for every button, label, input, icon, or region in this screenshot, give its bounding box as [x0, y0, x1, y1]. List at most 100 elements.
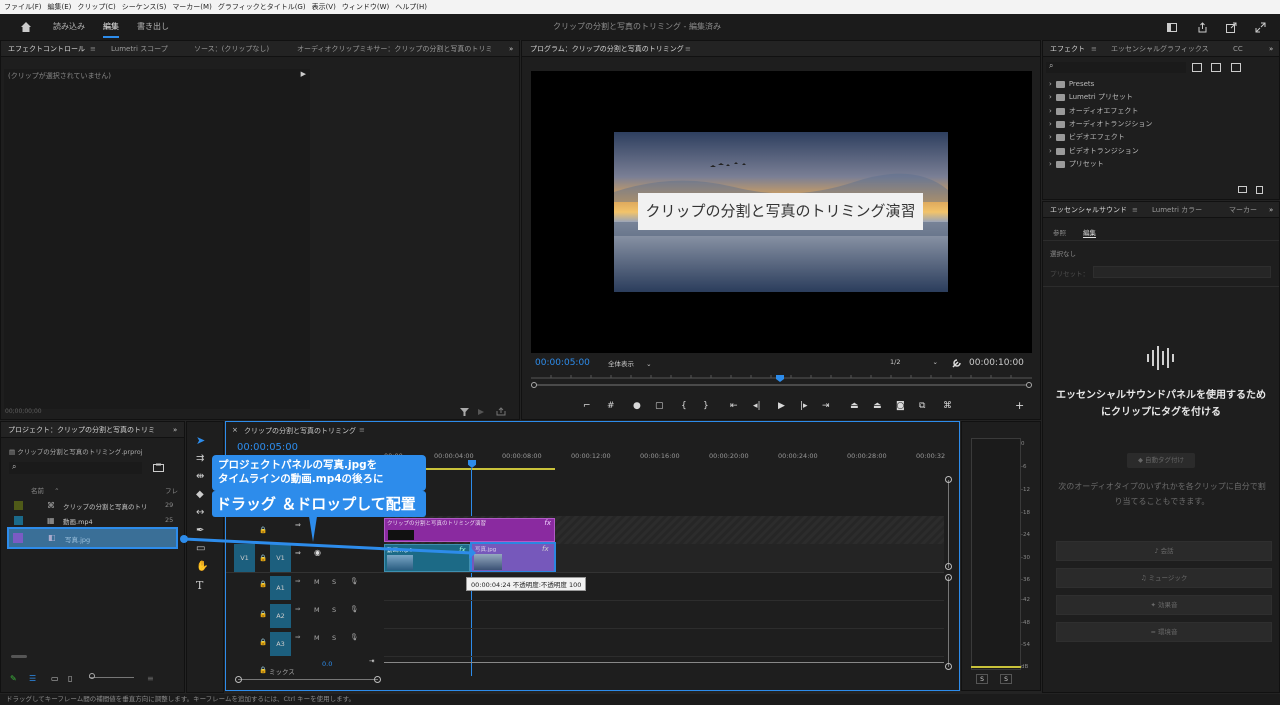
- panel-menu-icon[interactable]: ≡: [90, 41, 96, 56]
- tab-essential-graphics[interactable]: エッセンシャルグラフィックス: [1111, 41, 1209, 56]
- share-icon[interactable]: [1197, 22, 1208, 33]
- track-select-tool-icon[interactable]: ⇉: [196, 453, 204, 464]
- tab-project[interactable]: プロジェクト：クリップの分割と写真のトリミング: [8, 422, 156, 437]
- program-timecode[interactable]: 00:00:05:00: [535, 358, 590, 368]
- tab-essential-sound[interactable]: エッセンシャルサウンド: [1050, 202, 1127, 217]
- scroll-handle[interactable]: [945, 663, 952, 670]
- panel-overflow-icon[interactable]: »: [509, 41, 513, 56]
- effects-folder[interactable]: › ビデオトランジション: [1049, 145, 1139, 157]
- wrench-icon[interactable]: [952, 358, 962, 368]
- effects-menu-icon[interactable]: ≡: [1091, 41, 1097, 56]
- lift-icon[interactable]: ⏏: [850, 401, 859, 411]
- step-forward-icon[interactable]: |▸: [800, 401, 808, 411]
- lock-icon[interactable]: 🔒: [259, 666, 267, 674]
- preset-dropdown[interactable]: [1093, 266, 1271, 278]
- effects-folder[interactable]: › オーディオトランジション: [1049, 118, 1152, 130]
- scroll-handle[interactable]: [945, 574, 952, 581]
- camera-icon[interactable]: ◙: [896, 401, 905, 411]
- effects-folder[interactable]: › Presets: [1049, 78, 1094, 90]
- sfx-button[interactable]: ✦ 効果音: [1056, 595, 1272, 615]
- mark-in-icon[interactable]: ⌐: [583, 401, 591, 411]
- project-item[interactable]: ⌘ クリップの分割と写真のトリ 29: [1, 499, 184, 513]
- go-to-start-icon[interactable]: ⇤: [730, 401, 738, 411]
- subtab-edit[interactable]: 編集: [1083, 227, 1096, 238]
- play-audio-icon[interactable]: [477, 408, 486, 416]
- effects-search-input[interactable]: ⌕: [1046, 61, 1186, 73]
- tab-edit[interactable]: 編集: [103, 14, 119, 38]
- mix-volume[interactable]: 0.0: [322, 660, 332, 668]
- ambience-button[interactable]: ≈ 環境音: [1056, 622, 1272, 642]
- expand-arrow-icon[interactable]: ▶: [301, 70, 306, 78]
- selection-tool-icon[interactable]: ➤: [196, 434, 205, 447]
- solo-button[interactable]: S: [332, 606, 336, 614]
- compare-icon[interactable]: ⧉: [919, 401, 925, 411]
- export-icon[interactable]: [496, 407, 506, 416]
- 32bit-effects-icon[interactable]: [1211, 63, 1221, 72]
- project-item-selected[interactable]: ◧ 写真.jpg: [7, 527, 178, 549]
- freeform-view-icon[interactable]: ▯: [68, 674, 72, 683]
- toggle-proxy-icon[interactable]: ⌘: [943, 401, 952, 411]
- menu-file[interactable]: ファイル(F): [4, 2, 42, 12]
- accelerated-effects-icon[interactable]: [1192, 63, 1202, 72]
- workspace-panel-icon[interactable]: [1167, 23, 1177, 32]
- go-to-out-icon[interactable]: }: [703, 401, 709, 411]
- go-to-end-icon[interactable]: ⇥: [822, 401, 830, 411]
- close-tab-icon[interactable]: ×: [232, 426, 238, 434]
- go-to-in-icon[interactable]: {: [681, 401, 687, 411]
- auto-tag-button[interactable]: ◆ 自動タグ付け: [1127, 453, 1195, 468]
- sync-lock-icon[interactable]: ⇒: [295, 633, 300, 641]
- trash-icon[interactable]: [1256, 186, 1263, 194]
- program-menu-icon[interactable]: ≡: [685, 41, 691, 56]
- effects-folder[interactable]: › Lumetri プリセット: [1049, 91, 1133, 103]
- menu-clip[interactable]: クリップ(C): [77, 2, 115, 12]
- sync-lock-icon[interactable]: ⇒: [295, 605, 300, 613]
- lock-icon[interactable]: 🔒: [259, 638, 267, 646]
- add-button-icon[interactable]: +: [1015, 399, 1024, 412]
- icon-view-icon[interactable]: ▭: [51, 674, 59, 683]
- menu-marker[interactable]: マーカー(M): [172, 2, 212, 12]
- photo-clip-dragging[interactable]: 写真.jpg fx: [470, 542, 556, 573]
- fullscreen-icon[interactable]: [1255, 22, 1266, 33]
- mark-out-icon[interactable]: #: [607, 401, 615, 411]
- tab-import[interactable]: 読み込み: [53, 14, 85, 40]
- play-icon[interactable]: ▶: [778, 401, 785, 411]
- horizontal-scrollbar[interactable]: [11, 655, 27, 658]
- go-to-end-mix-icon[interactable]: ⇥: [369, 657, 374, 665]
- extract-icon[interactable]: ⏏: [873, 401, 882, 411]
- program-scrubber[interactable]: [531, 374, 1032, 388]
- pencil-icon[interactable]: ✎: [10, 674, 17, 683]
- effects-overflow-icon[interactable]: »: [1269, 41, 1273, 56]
- tab-sequence[interactable]: クリップの分割と写真のトリミング: [244, 426, 356, 436]
- track-target-a2[interactable]: A2: [270, 604, 291, 628]
- sound-menu-icon[interactable]: ≡: [1132, 202, 1138, 217]
- solo-left-button[interactable]: S: [976, 674, 988, 684]
- new-bin-icon[interactable]: [153, 463, 164, 472]
- menu-sequence[interactable]: シーケンス(S): [122, 2, 167, 12]
- timeline-menu-icon[interactable]: ≡: [359, 426, 365, 434]
- lock-icon[interactable]: 🔒: [259, 610, 267, 618]
- column-name[interactable]: 名前 ⌃: [31, 485, 60, 495]
- new-folder-icon[interactable]: [1238, 186, 1247, 193]
- effects-folder[interactable]: › ビデオエフェクト: [1049, 131, 1125, 143]
- scroll-handle[interactable]: [374, 676, 381, 683]
- audio-zoom-bar[interactable]: [948, 577, 949, 667]
- quick-export-icon[interactable]: [1226, 22, 1237, 33]
- add-marker-icon[interactable]: ●: [633, 401, 641, 411]
- timeline-timecode[interactable]: 00:00:05:00: [237, 442, 298, 453]
- dialogue-button[interactable]: ♪ 会話: [1056, 541, 1272, 561]
- voiceover-mic-icon[interactable]: 🎙: [350, 605, 358, 613]
- effects-folder[interactable]: › オーディオエフェクト: [1049, 105, 1138, 117]
- mute-button[interactable]: M: [314, 606, 320, 614]
- tab-markers[interactable]: マーカー: [1229, 202, 1257, 217]
- tab-effects[interactable]: エフェクト: [1050, 41, 1085, 56]
- step-back-icon[interactable]: ◂|: [753, 401, 761, 411]
- effects-folder[interactable]: › プリセット: [1049, 158, 1104, 170]
- tab-effect-controls[interactable]: エフェクトコントロール: [8, 41, 85, 56]
- video-zoom-bar[interactable]: [948, 480, 949, 568]
- zoom-slider[interactable]: [89, 677, 134, 678]
- tab-cc[interactable]: CC: [1233, 41, 1243, 56]
- project-item[interactable]: ▦ 動画.mp4 25: [1, 514, 184, 528]
- menu-graphics[interactable]: グラフィックとタイトル(G): [218, 2, 306, 12]
- sort-icon[interactable]: ≡: [147, 674, 154, 683]
- program-viewer[interactable]: クリップの分割と写真のトリミング演習: [531, 71, 1032, 353]
